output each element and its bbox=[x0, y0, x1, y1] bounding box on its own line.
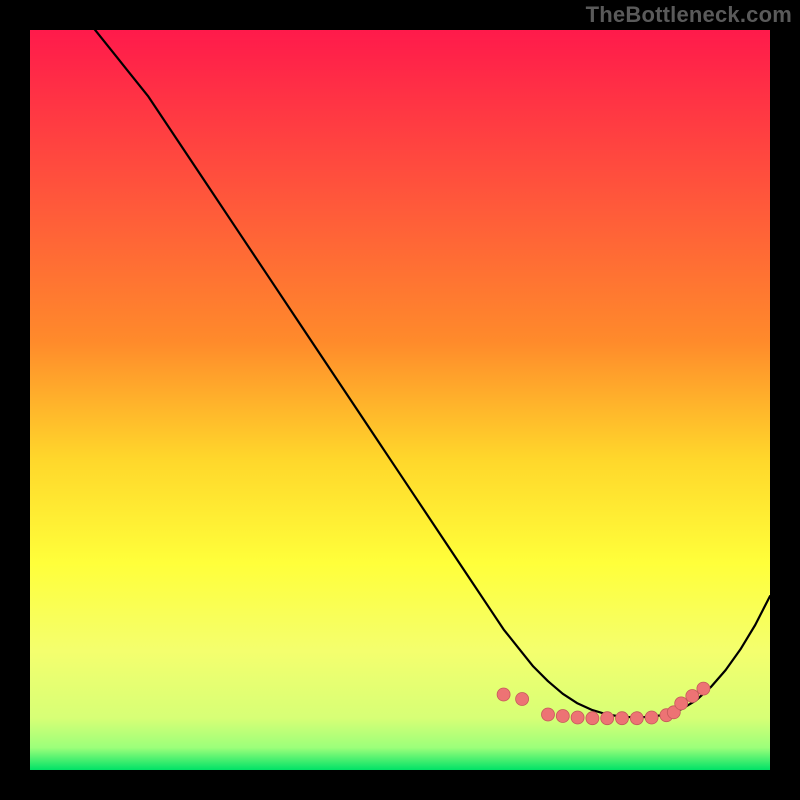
watermark-text: TheBottleneck.com bbox=[586, 2, 792, 28]
curve-marker bbox=[542, 708, 555, 721]
curve-marker bbox=[630, 712, 643, 725]
curve-marker bbox=[497, 688, 510, 701]
curve-marker bbox=[616, 712, 629, 725]
plot-area bbox=[30, 30, 770, 770]
chart-stage: TheBottleneck.com bbox=[0, 0, 800, 800]
gradient-bg bbox=[30, 30, 770, 770]
curve-marker bbox=[697, 682, 710, 695]
curve-marker bbox=[675, 697, 688, 710]
curve-marker bbox=[645, 711, 658, 724]
curve-marker bbox=[516, 693, 529, 706]
curve-marker bbox=[601, 712, 614, 725]
curve-marker bbox=[586, 712, 599, 725]
curve-marker bbox=[556, 710, 569, 723]
curve-marker bbox=[571, 711, 584, 724]
chart-svg bbox=[30, 30, 770, 770]
curve-marker bbox=[686, 690, 699, 703]
